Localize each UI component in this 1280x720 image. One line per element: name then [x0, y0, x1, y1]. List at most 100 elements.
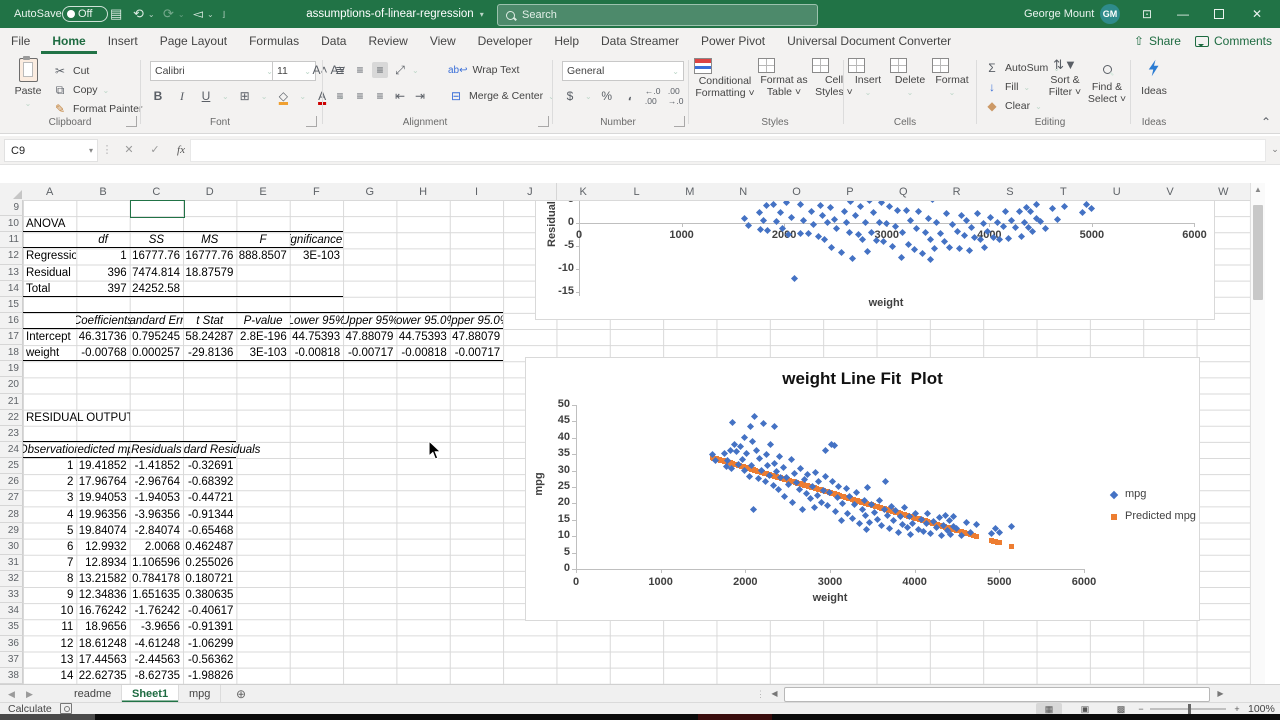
column-header-A[interactable]: A — [23, 183, 77, 201]
tab-file[interactable]: File — [0, 28, 41, 54]
sheet-nav-right-icon[interactable]: ▶ — [26, 685, 33, 703]
wrap-text-button[interactable]: ab↩Wrap Text — [448, 62, 519, 78]
autosave-toggle[interactable]: Off — [62, 0, 108, 28]
confirm-entry-icon[interactable]: ✓ — [144, 139, 166, 160]
row-header-14[interactable]: 14 — [0, 281, 23, 297]
cancel-entry-icon[interactable]: ✕ — [118, 139, 140, 160]
minimize-button[interactable]: — — [1166, 0, 1200, 28]
close-button[interactable]: ✕ — [1240, 0, 1274, 28]
grid-cell-C35[interactable]: -3.9656 — [130, 619, 183, 635]
sheet-nav-left-icon[interactable]: ◀ — [8, 685, 15, 703]
tab-view[interactable]: View — [419, 28, 467, 54]
customize-qat-button[interactable]: ⌋ — [222, 0, 225, 28]
grid-cell-D31[interactable]: 0.255026 — [183, 555, 236, 571]
grid-cell-C36[interactable]: -4.61248 — [130, 636, 183, 652]
grid-cell-D34[interactable]: -0.40617 — [183, 603, 236, 619]
grid-cell-B26[interactable]: 17.96764 — [76, 474, 129, 490]
row-header-19[interactable]: 19 — [0, 361, 23, 377]
grid-cell-A35[interactable]: 11 — [23, 619, 76, 635]
row-header-36[interactable]: 36 — [0, 636, 23, 652]
format-cells-button[interactable]: Format⌄ — [932, 58, 972, 98]
grid-cell-A27[interactable]: 3 — [23, 490, 76, 506]
row-header-17[interactable]: 17 — [0, 329, 23, 345]
grid-cell-H16[interactable]: Lower 95.0% — [396, 313, 449, 329]
row-header-35[interactable]: 35 — [0, 619, 23, 635]
grid-cell-B16[interactable]: Coefficients — [76, 313, 129, 329]
row-header-31[interactable]: 31 — [0, 555, 23, 571]
grid-cell-B27[interactable]: 19.94053 — [76, 490, 129, 506]
comments-button[interactable]: Comments — [1195, 34, 1272, 48]
grid-cell-G16[interactable]: Upper 95% — [343, 313, 396, 329]
grid-cell-A13[interactable]: Residual — [23, 265, 76, 281]
grid-cell-C11[interactable]: SS — [130, 232, 183, 248]
name-box[interactable]: C9▾ — [4, 139, 98, 162]
grid-cell-C12[interactable]: 16777.76 — [130, 248, 183, 264]
column-header-R[interactable]: R — [930, 183, 984, 201]
tab-developer[interactable]: Developer — [467, 28, 544, 54]
column-header-S[interactable]: S — [983, 183, 1037, 201]
grid-cell-D28[interactable]: -0.91344 — [183, 506, 236, 522]
grid-cell-C18[interactable]: 0.000257 — [130, 345, 183, 361]
grid-cell-C37[interactable]: -2.44563 — [130, 652, 183, 668]
number-dialog-launcher-icon[interactable] — [674, 116, 685, 127]
column-header-I[interactable]: I — [450, 183, 504, 201]
sheet-tab-readme[interactable]: readme — [64, 685, 122, 703]
row-header-21[interactable]: 21 — [0, 394, 23, 410]
column-header-G[interactable]: G — [343, 183, 397, 201]
grid-cell-D29[interactable]: -0.65468 — [183, 523, 236, 539]
grid-cell-B36[interactable]: 18.61248 — [76, 636, 129, 652]
tab-page-layout[interactable]: Page Layout — [149, 28, 238, 54]
grid-cell-B37[interactable]: 17.44563 — [76, 652, 129, 668]
column-header-P[interactable]: P — [823, 183, 877, 201]
grid-cell-C27[interactable]: -1.94053 — [130, 490, 183, 506]
search-box[interactable]: Search — [497, 4, 818, 26]
undo-button[interactable]: ⟲⌄ — [133, 0, 155, 28]
decrease-indent-icon[interactable]: ⇤ — [392, 88, 408, 104]
grid-cell-A33[interactable]: 9 — [23, 587, 76, 603]
grid-cell-F17[interactable]: 44.75393 — [290, 329, 343, 345]
insert-cells-button[interactable]: Insert⌄ — [848, 58, 888, 98]
grid-cell-D18[interactable]: -29.8136 — [183, 345, 236, 361]
sheet-tab-mpg[interactable]: mpg — [179, 685, 221, 703]
grid-cell-B17[interactable]: 46.31736 — [76, 329, 129, 345]
sort-filter-button[interactable]: ⇅▼Sort & Filter ˅ — [1044, 58, 1086, 98]
column-header-W[interactable]: W — [1197, 183, 1251, 201]
row-header-26[interactable]: 26 — [0, 474, 23, 490]
grid-cell-A25[interactable]: 1 — [23, 458, 76, 474]
scroll-up-icon[interactable]: ▲ — [1251, 185, 1265, 194]
select-all-corner[interactable] — [0, 183, 24, 201]
macro-record-icon[interactable] — [60, 703, 72, 714]
align-top-icon[interactable]: ≣ — [332, 62, 348, 78]
grid-cell-D16[interactable]: t Stat — [183, 313, 236, 329]
expand-formula-bar-icon[interactable]: ⌄ — [1264, 139, 1280, 160]
grid-cell-C14[interactable]: 24252.58 — [130, 281, 183, 297]
grid-cell-A10[interactable]: ANOVA — [23, 216, 76, 232]
grid-cell-B14[interactable]: 397 — [76, 281, 129, 297]
grid-cell-B24[interactable]: Predicted mpg — [76, 442, 129, 458]
italic-button[interactable]: I — [174, 88, 190, 104]
grid-cell-C13[interactable]: 7474.814 — [130, 265, 183, 281]
row-header-23[interactable]: 23 — [0, 426, 23, 442]
grid-cell-I16[interactable]: Upper 95.0% — [450, 313, 503, 329]
row-header-12[interactable]: 12 — [0, 248, 23, 264]
grid-cell-G17[interactable]: 47.88079 — [343, 329, 396, 345]
row-header-11[interactable]: 11 — [0, 232, 23, 248]
grid-cell-B12[interactable]: 1 — [76, 248, 129, 264]
bold-button[interactable]: B — [150, 88, 166, 104]
grid-cell-B25[interactable]: 19.41852 — [76, 458, 129, 474]
grid-cell-D26[interactable]: -0.68392 — [183, 474, 236, 490]
grid-cell-E12[interactable]: 888.8507 — [236, 248, 289, 264]
grid-cell-C16[interactable]: Standard Error — [130, 313, 183, 329]
tab-insert[interactable]: Insert — [97, 28, 149, 54]
grid-cell-D32[interactable]: 0.180721 — [183, 571, 236, 587]
grid-cell-F11[interactable]: Significance F — [290, 232, 343, 248]
align-bottom-icon[interactable]: ≡ — [372, 62, 388, 78]
grid-cell-B28[interactable]: 19.96356 — [76, 506, 129, 522]
row-header-29[interactable]: 29 — [0, 523, 23, 539]
grid-cell-A29[interactable]: 5 — [23, 523, 76, 539]
column-header-J[interactable]: J — [503, 183, 557, 201]
row-header-16[interactable]: 16 — [0, 313, 23, 329]
grid-cell-A30[interactable]: 6 — [23, 539, 76, 555]
tab-home[interactable]: Home — [41, 28, 96, 54]
row-header-25[interactable]: 25 — [0, 458, 23, 474]
